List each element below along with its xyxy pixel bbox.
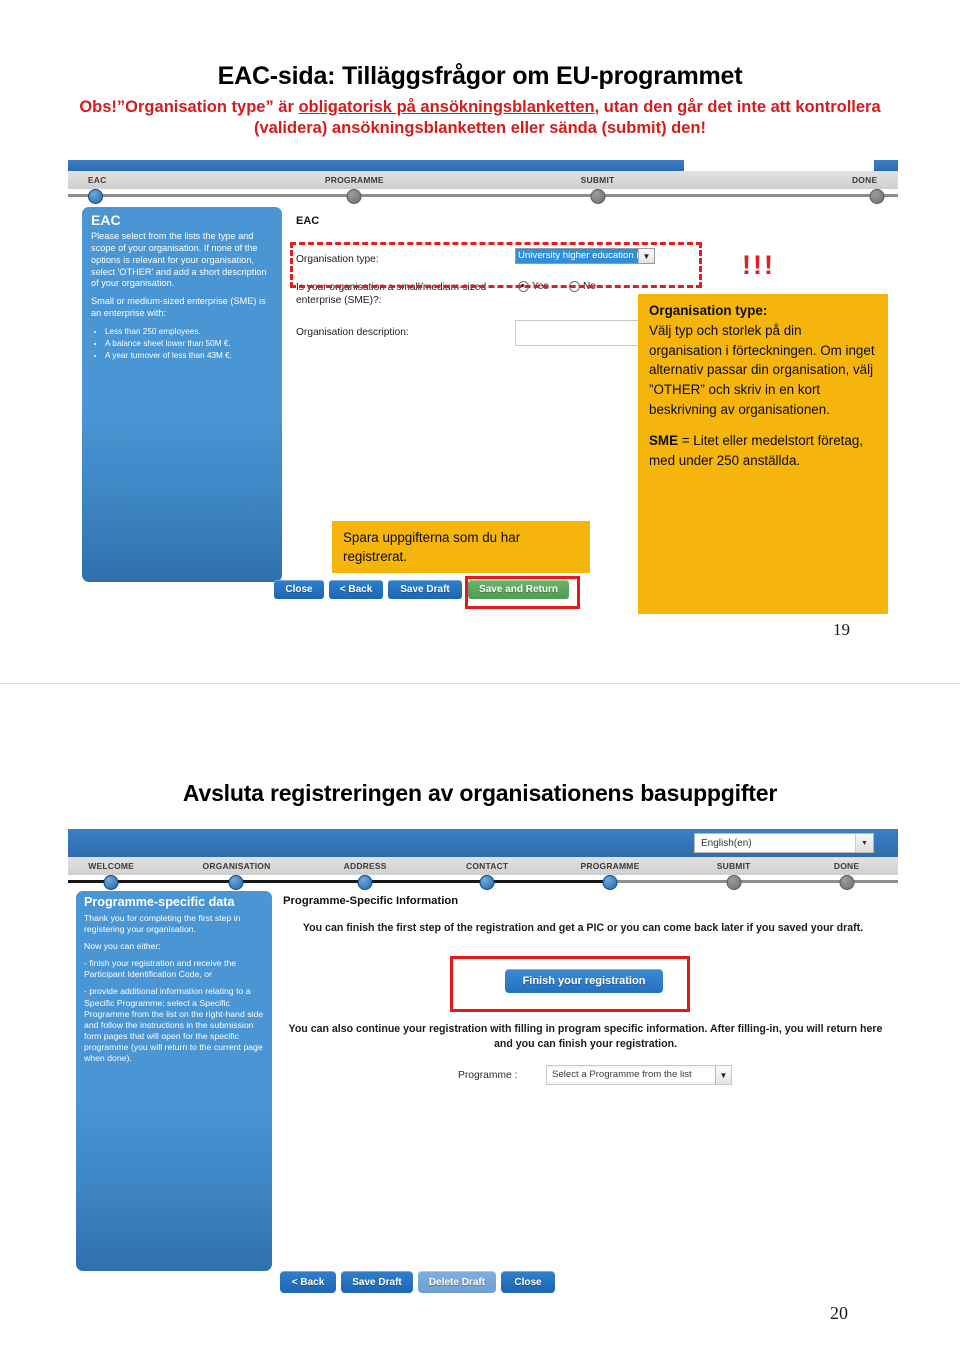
- delete-draft-button[interactable]: Delete Draft: [418, 1271, 496, 1293]
- language-value: English(en): [701, 837, 752, 849]
- subtitle-underlined: obligatorisk på ansökningsblanketten: [298, 97, 595, 116]
- progress-dot-organisation[interactable]: [228, 875, 244, 890]
- nav-label-address[interactable]: ADDRESS: [344, 861, 387, 871]
- callout-body: Välj typ och storlek på din organisation…: [649, 322, 875, 418]
- progress-track: [68, 194, 898, 197]
- continue-registration-paragraph: You can also continue your registration …: [288, 1023, 883, 1050]
- save-draft-button[interactable]: Save Draft: [388, 580, 462, 599]
- highlight-organisation-type: [290, 242, 702, 288]
- programme-field-label: Programme :: [458, 1070, 518, 1081]
- chevron-down-icon[interactable]: ▼: [855, 834, 873, 852]
- app-header-bar-2: English(en) ▼: [68, 829, 898, 857]
- info-panel-2-paragraph-3: - finish your registration and receive t…: [84, 958, 237, 980]
- org-description-label: Organisation description:: [296, 327, 409, 338]
- nav-label-done[interactable]: DONE: [852, 175, 877, 185]
- info-bullet-employees: Less than 250 employees.: [105, 326, 273, 338]
- exclamation-marks: !!!: [742, 250, 775, 280]
- slide-number-19: 19: [833, 620, 850, 639]
- slide-finish-registration: Avsluta registreringen av organisationen…: [0, 683, 960, 1367]
- close-button-2[interactable]: Close: [501, 1271, 555, 1293]
- form-section-heading: EAC: [296, 215, 320, 227]
- nav-label-contact[interactable]: CONTACT: [466, 861, 508, 871]
- nav-label-organisation[interactable]: ORGANISATION: [203, 861, 271, 871]
- header-cutout: [684, 160, 874, 171]
- wizard-nav-strip-2: WELCOME ORGANISATION ADDRESS CONTACT PRO…: [68, 857, 898, 875]
- eac-info-panel: EAC Please select from the lists the typ…: [82, 207, 282, 582]
- progress-dot-contact[interactable]: [479, 875, 495, 890]
- wizard-progress-rail-2: [68, 875, 898, 890]
- screenshot-programme-specific: English(en) ▼ WELCOME ORGANISATION ADDRE…: [68, 829, 898, 1304]
- page-subtitle: Obs!”Organisation type” är obligatorisk …: [65, 97, 895, 141]
- callout-organisation-type: Organisation type: Välj typ och storlek …: [638, 294, 888, 614]
- info-panel-2-paragraph-4: - provide additional information relatin…: [84, 986, 264, 1064]
- nav-label-eac[interactable]: EAC: [88, 175, 107, 185]
- info-bullet-turnover: A year turnover of less than 43M €.: [105, 350, 273, 362]
- callout-save-data: Spara uppgifterna som du har registrerat…: [332, 521, 590, 573]
- wizard-progress-rail: [68, 189, 898, 204]
- nav-label-programme-2[interactable]: PROGRAMME: [581, 861, 640, 871]
- progress-dot-submit[interactable]: [590, 189, 606, 204]
- nav-label-done-2[interactable]: DONE: [834, 861, 859, 871]
- progress-dot-done-2[interactable]: [839, 875, 855, 890]
- progress-dot-eac[interactable]: [87, 189, 103, 204]
- programme-section-heading: Programme-Specific Information: [283, 895, 459, 907]
- progress-dot-done[interactable]: [869, 189, 885, 204]
- back-button[interactable]: < Back: [329, 580, 383, 599]
- callout-title: Organisation type:: [649, 303, 768, 318]
- progress-track-completed: [68, 880, 610, 883]
- slide-eac-additional-questions: EAC-sida: Tilläggsfrågor om EU-programme…: [0, 0, 960, 682]
- app-header-bar: [68, 160, 898, 171]
- info-panel-heading: EAC: [91, 212, 121, 228]
- slide2-page-title: Avsluta registreringen av organisationen…: [182, 780, 778, 806]
- nav-label-welcome[interactable]: WELCOME: [88, 861, 134, 871]
- nav-label-programme[interactable]: PROGRAMME: [325, 175, 384, 185]
- highlight-finish-registration: [450, 956, 690, 1012]
- close-button[interactable]: Close: [274, 580, 324, 599]
- programme-select[interactable]: Select a Programme from the list ▼: [546, 1065, 732, 1085]
- info-panel-bullets: Less than 250 employees. A balance sheet…: [91, 326, 273, 362]
- progress-dot-programme-2[interactable]: [602, 875, 618, 890]
- info-panel-paragraph-2: Small or medium-sized enterprise (SME) i…: [91, 296, 266, 318]
- chevron-down-icon[interactable]: ▼: [715, 1066, 731, 1084]
- callout-sme-body: = Litet eller medelstort företag, med un…: [649, 432, 863, 468]
- callout-spacer: [649, 420, 878, 431]
- nav-label-submit[interactable]: SUBMIT: [581, 175, 615, 185]
- info-panel-2-paragraph-1: Thank you for completing the first step …: [84, 912, 241, 934]
- progress-dot-programme[interactable]: [346, 189, 362, 204]
- progress-dot-address[interactable]: [357, 875, 373, 890]
- subtitle-lead: Obs!”Organisation type” är: [79, 97, 299, 116]
- slide-number-20: 20: [830, 1303, 848, 1323]
- save-draft-button-2[interactable]: Save Draft: [341, 1271, 413, 1293]
- language-select[interactable]: English(en) ▼: [694, 833, 874, 853]
- info-panel-paragraph-1: Please select from the lists the type an…: [91, 231, 267, 289]
- info-panel-2-paragraph-2: Now you can either:: [84, 941, 161, 952]
- nav-label-submit-2[interactable]: SUBMIT: [717, 861, 751, 871]
- programme-info-panel: Programme-specific data Thank you for co…: [76, 891, 272, 1271]
- finish-step-paragraph: You can finish the first step of the reg…: [302, 922, 864, 934]
- progress-dot-welcome[interactable]: [103, 875, 119, 890]
- progress-dot-submit-2[interactable]: [726, 875, 742, 890]
- info-panel-2-heading: Programme-specific data: [84, 895, 235, 909]
- programme-value: Select a Programme from the list: [547, 1068, 715, 1082]
- back-button-2[interactable]: < Back: [280, 1271, 336, 1293]
- callout-sme-term: SME: [649, 432, 679, 448]
- info-bullet-balance-sheet: A balance sheet lower than 50M €.: [105, 338, 273, 350]
- callout-save-text: Spara uppgifterna som du har registrerat…: [343, 530, 521, 565]
- highlight-save-and-return: [465, 576, 580, 609]
- page-title: EAC-sida: Tilläggsfrågor om EU-programme…: [217, 62, 743, 90]
- wizard-nav-strip: EAC PROGRAMME SUBMIT DONE: [68, 171, 898, 189]
